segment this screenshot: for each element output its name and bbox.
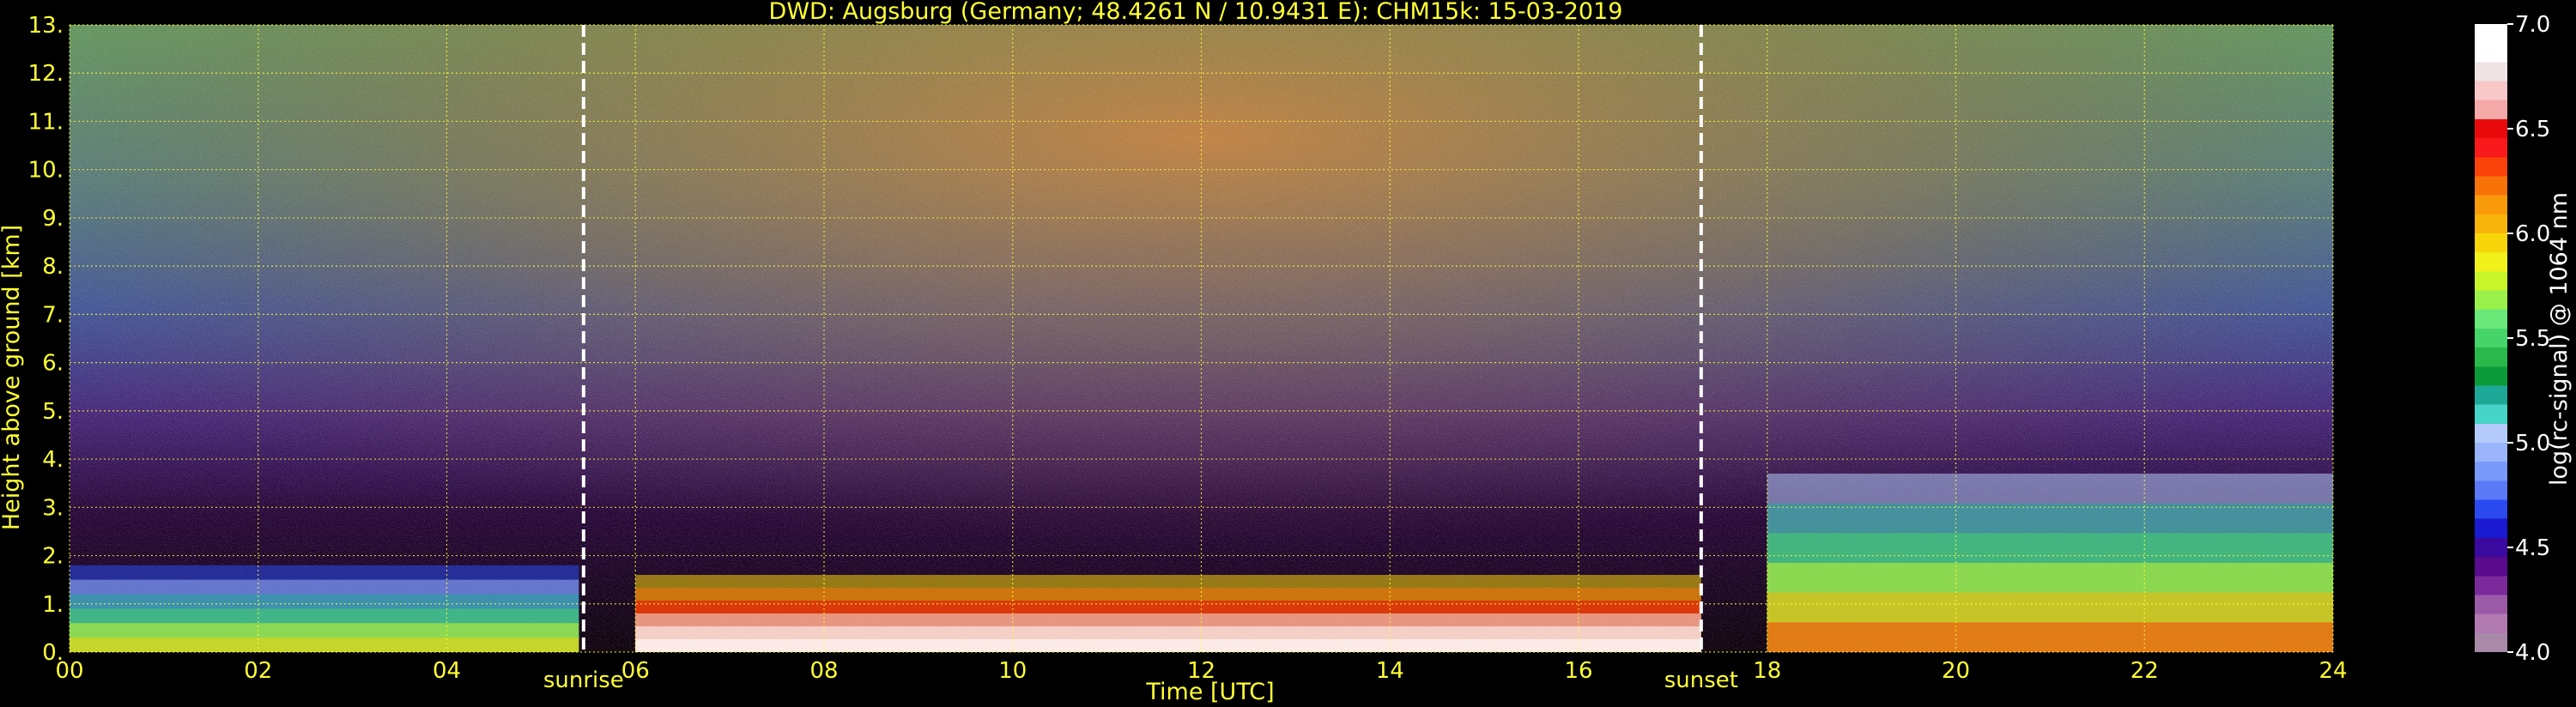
colorbar-tick-label: 6.5 [2515, 117, 2550, 142]
colorbar-tick-label: 7.0 [2515, 12, 2550, 38]
y-tick-label: 2. [42, 544, 64, 570]
x-tick-label: 06 [621, 658, 650, 684]
x-tick-label: 02 [244, 658, 272, 684]
x-tick-label: 14 [1376, 658, 1404, 684]
chart-title: DWD: Augsburg (Germany; 48.4261 N / 10.9… [769, 0, 1623, 25]
x-tick-label: 08 [809, 658, 838, 684]
aerosol-band [70, 638, 579, 652]
x-tick-label: 20 [1942, 658, 1970, 684]
y-tick-label: 5. [42, 399, 64, 425]
x-tick-label: 22 [2131, 658, 2159, 684]
y-tick-label: 7. [42, 302, 64, 328]
y-tick-label: 3. [42, 495, 64, 521]
x-tick-label: 04 [433, 658, 461, 684]
x-tick-label: 18 [1753, 658, 1781, 684]
sunset-label: sunset [1664, 668, 1738, 693]
x-tick-label: 12 [1187, 658, 1215, 684]
sunrise-label: sunrise [543, 668, 624, 693]
y-tick-label: 8. [42, 254, 64, 280]
aerosol-band [1767, 622, 2333, 652]
ceilometer-chart: DWD: Augsburg (Germany; 48.4261 N / 10.9… [0, 0, 2573, 705]
colorbar-label: log(rc-signal) @ 1064 nm [2546, 192, 2573, 486]
colorbar: 4.04.55.05.56.06.57.0 log(rc-signal) @ 1… [2475, 12, 2573, 666]
x-tick-label: 10 [998, 658, 1027, 684]
aerosol-layer [635, 575, 1701, 652]
y-tick-label: 11. [28, 109, 64, 135]
aerosol-layer [1767, 473, 2333, 652]
y-axis-ticks: 0. 1. 2. 3. 4. 5. 6. 7. 8. 9. 10. 11. 12. 13. [28, 13, 64, 666]
colorbar-tick-label: 4.0 [2515, 640, 2550, 666]
y-tick-label: 6. [42, 351, 64, 377]
x-tick-label: 24 [2318, 658, 2347, 684]
aerosol-band [635, 639, 1701, 652]
y-tick-label: 10. [28, 158, 64, 184]
y-tick-label: 13. [28, 13, 64, 39]
colorbar-scale [2475, 24, 2507, 652]
annotations: sunrise sunset [543, 668, 1738, 693]
y-tick-label: 9. [42, 206, 64, 232]
aerosol-layer [70, 565, 579, 652]
plot-area [69, 24, 2334, 653]
y-tick-label: 12. [28, 61, 64, 87]
colorbar-tick-label: 4.5 [2515, 535, 2550, 561]
y-tick-label: 0. [42, 640, 64, 666]
y-tick-label: 4. [42, 447, 64, 473]
x-axis-ticks: 00 02 04 06 08 10 12 14 16 18 20 22 24 [55, 658, 2347, 684]
x-tick-label: 16 [1564, 658, 1592, 684]
colorbar-ticks: 4.04.55.05.56.06.57.0 [2507, 12, 2550, 666]
y-tick-label: 1. [42, 592, 64, 618]
y-axis-label: Height above ground [km] [0, 225, 25, 530]
